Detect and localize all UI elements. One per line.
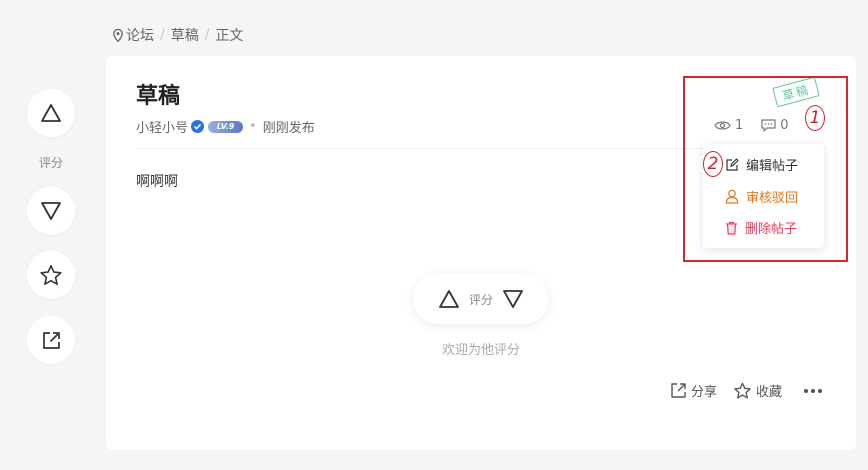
level-badge: LV.9 xyxy=(208,120,244,133)
upvote-button[interactable] xyxy=(27,89,75,137)
breadcrumb-current: 正文 xyxy=(215,28,244,44)
share-icon xyxy=(671,383,686,398)
share-side-button[interactable] xyxy=(27,316,75,364)
annotation-marker-2: 2 xyxy=(703,151,723,177)
downvote-button[interactable] xyxy=(27,187,75,235)
breadcrumb-separator: / xyxy=(160,27,165,43)
more-dot-icon xyxy=(818,388,823,393)
post-meta: 小轻小号 LV.9 • 刚刚发布 xyxy=(136,117,315,136)
triangle-up-icon xyxy=(41,104,61,122)
rating-hint: 欢迎为他评分 xyxy=(441,343,520,358)
breadcrumb-forum[interactable]: 论坛 xyxy=(126,25,154,45)
location-pin-icon xyxy=(113,28,123,42)
rating-pill-label: 评分 xyxy=(468,292,493,307)
verified-icon xyxy=(191,120,205,133)
post-time: 刚刚发布 xyxy=(262,121,315,136)
more-options-button[interactable] xyxy=(804,388,823,393)
rating-pill: 评分 xyxy=(413,274,549,324)
triangle-down-icon xyxy=(41,202,61,220)
breadcrumb-separator: / xyxy=(204,27,210,43)
breadcrumb: 论坛 / 草稿 / 正文 xyxy=(113,25,243,45)
share-icon xyxy=(42,331,60,349)
breadcrumb-drafts[interactable]: 草稿 xyxy=(171,25,199,45)
post-content: 啊啊啊 xyxy=(136,174,178,190)
share-label: 分享 xyxy=(691,385,718,400)
post-actions: 分享 收藏 xyxy=(670,381,823,400)
meta-dot: • xyxy=(249,119,257,134)
triangle-down-icon[interactable] xyxy=(502,289,524,309)
star-icon xyxy=(40,264,62,285)
favorite-button[interactable]: 收藏 xyxy=(733,381,782,400)
author-name[interactable]: 小轻小号 xyxy=(136,117,188,136)
rating-label: 评分 xyxy=(38,156,63,170)
triangle-up-icon[interactable] xyxy=(438,289,460,309)
star-icon xyxy=(734,382,751,398)
more-dot-icon xyxy=(804,388,809,393)
annotation-marker-1: 1 xyxy=(805,105,825,131)
favorite-side-button[interactable] xyxy=(27,251,75,299)
favorite-label: 收藏 xyxy=(756,385,783,400)
more-dot-icon xyxy=(811,388,816,393)
share-button[interactable]: 分享 xyxy=(670,381,717,400)
post-title: 草稿 xyxy=(136,84,181,109)
